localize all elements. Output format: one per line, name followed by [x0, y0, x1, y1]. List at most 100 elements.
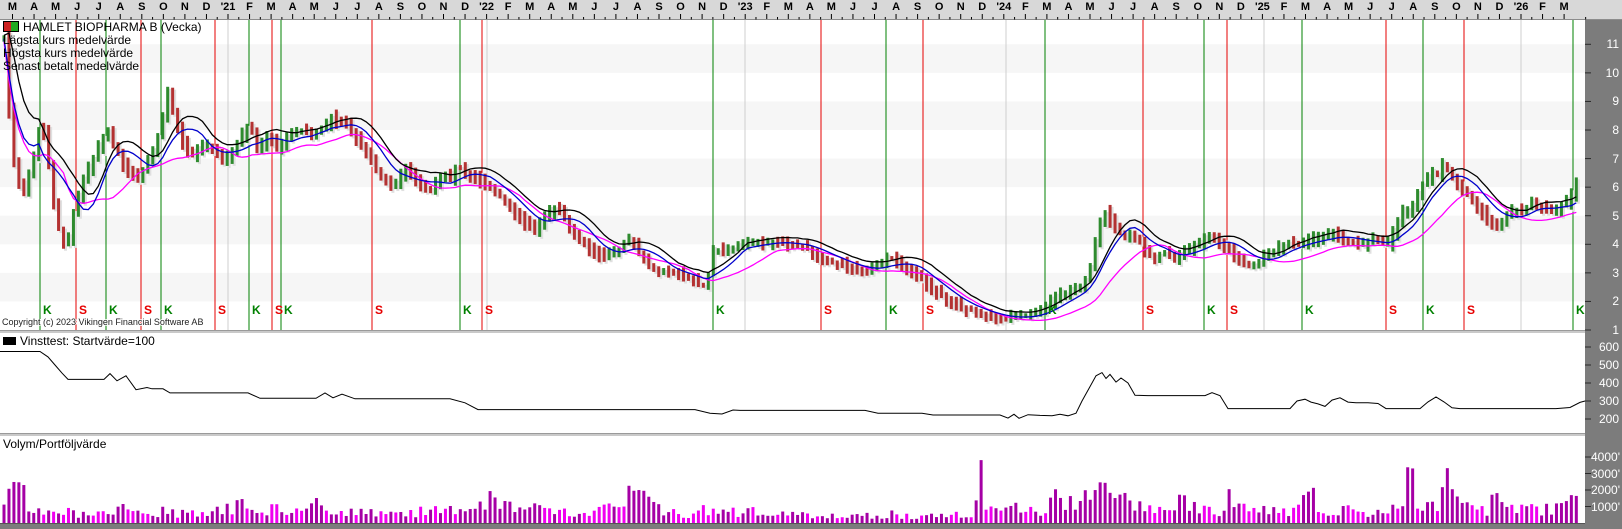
volume-bar [171, 509, 174, 523]
month-minor-tick [303, 17, 304, 20]
volume-bar [503, 501, 506, 523]
volume-bar [419, 507, 422, 523]
price-bar [1218, 233, 1221, 249]
month-minor-tick [66, 17, 67, 20]
month-major-tick [1133, 14, 1134, 19]
price-bar [1337, 227, 1340, 243]
price-bar [662, 268, 665, 275]
volume-bar [186, 513, 189, 523]
volume-bar [1495, 493, 1498, 523]
price-bar [87, 162, 90, 184]
volume-bar [191, 510, 194, 523]
price-bar [811, 246, 814, 260]
volume-bar [226, 504, 229, 523]
volume-bar [717, 514, 720, 523]
volume-bar [360, 509, 363, 523]
price-bar [603, 247, 606, 262]
price-bar [1128, 230, 1131, 243]
volume-bar [449, 506, 452, 523]
volume-bar [260, 513, 263, 523]
month-major-tick [745, 14, 746, 19]
price-bar [657, 266, 660, 277]
price-bar [1069, 285, 1072, 300]
price-bar [186, 136, 189, 158]
price-bar [771, 239, 774, 250]
volume-bar [131, 511, 134, 523]
volume-bar [82, 512, 85, 523]
price-bar [1109, 205, 1112, 228]
price-bar [1203, 233, 1206, 249]
volume-bar [1362, 512, 1365, 523]
month-minor-tick [820, 17, 821, 20]
volume-bar [72, 510, 75, 523]
value-axis-gutter[interactable] [1585, 20, 1622, 529]
month-major-tick [249, 14, 250, 19]
volume-bar [1456, 496, 1459, 523]
price-bar [821, 252, 824, 265]
volume-bar [1367, 517, 1370, 523]
month-minor-tick [1531, 17, 1532, 20]
volume-bar [389, 512, 392, 523]
price-bar [583, 237, 586, 247]
price-bar [454, 165, 457, 186]
volume-bar [1039, 516, 1042, 523]
volume-bar [1446, 468, 1449, 523]
volume-bar [687, 518, 690, 523]
volume-bar [1004, 508, 1007, 523]
volume-bar [166, 514, 169, 523]
volume-bar [900, 519, 903, 523]
price-bar [761, 236, 764, 250]
month-minor-tick [562, 17, 563, 20]
volume-bar [1188, 511, 1191, 523]
volume-bar [345, 516, 348, 523]
price-bar [578, 230, 581, 244]
volume-bar [722, 510, 725, 523]
volume-bar [732, 508, 735, 523]
volume-bar [384, 514, 387, 523]
volume-bar [484, 510, 487, 523]
volume-bar [851, 515, 854, 523]
month-minor-tick [217, 17, 218, 20]
volume-bar [1401, 506, 1404, 523]
month-minor-tick [1036, 17, 1037, 20]
equity-panel[interactable] [0, 333, 1585, 433]
volume-bar [846, 518, 849, 523]
price-bar [851, 264, 854, 275]
volume-bar [1064, 510, 1067, 523]
month-major-tick [1111, 14, 1112, 19]
month-major-tick [400, 14, 401, 19]
month-minor-tick [583, 17, 584, 20]
volume-bar [990, 507, 993, 523]
volume-bar [766, 516, 769, 523]
volume-bar [1119, 495, 1122, 523]
price-bar [831, 258, 834, 265]
price-bar [166, 87, 169, 123]
month-major-tick [1197, 14, 1198, 19]
price-axis-tick [1585, 244, 1591, 245]
price-bar [1560, 202, 1563, 217]
month-minor-tick [605, 17, 606, 20]
month-minor-tick [23, 17, 24, 20]
volume-bar [538, 505, 541, 523]
volume-bar [265, 515, 268, 523]
price-bar [1352, 239, 1355, 246]
price-bar [340, 117, 343, 127]
volume-bar [583, 513, 586, 523]
price-bar [255, 127, 258, 153]
volume-bar [1138, 501, 1141, 523]
price-bar [637, 238, 640, 256]
volume-bar [1396, 509, 1399, 523]
bottom-strip [0, 524, 1622, 529]
month-major-tick [594, 14, 595, 19]
volume-bar [841, 517, 844, 523]
price-bar [389, 175, 392, 190]
volume-bar [905, 514, 908, 523]
volume-bar [960, 518, 963, 523]
volume-bar [1049, 498, 1052, 523]
month-major-tick [1391, 14, 1392, 19]
volume-bar [518, 507, 521, 523]
volume-bar [117, 507, 120, 523]
month-minor-tick [131, 17, 132, 20]
month-minor-tick [1165, 17, 1166, 20]
equity-axis-tick [1585, 347, 1591, 348]
